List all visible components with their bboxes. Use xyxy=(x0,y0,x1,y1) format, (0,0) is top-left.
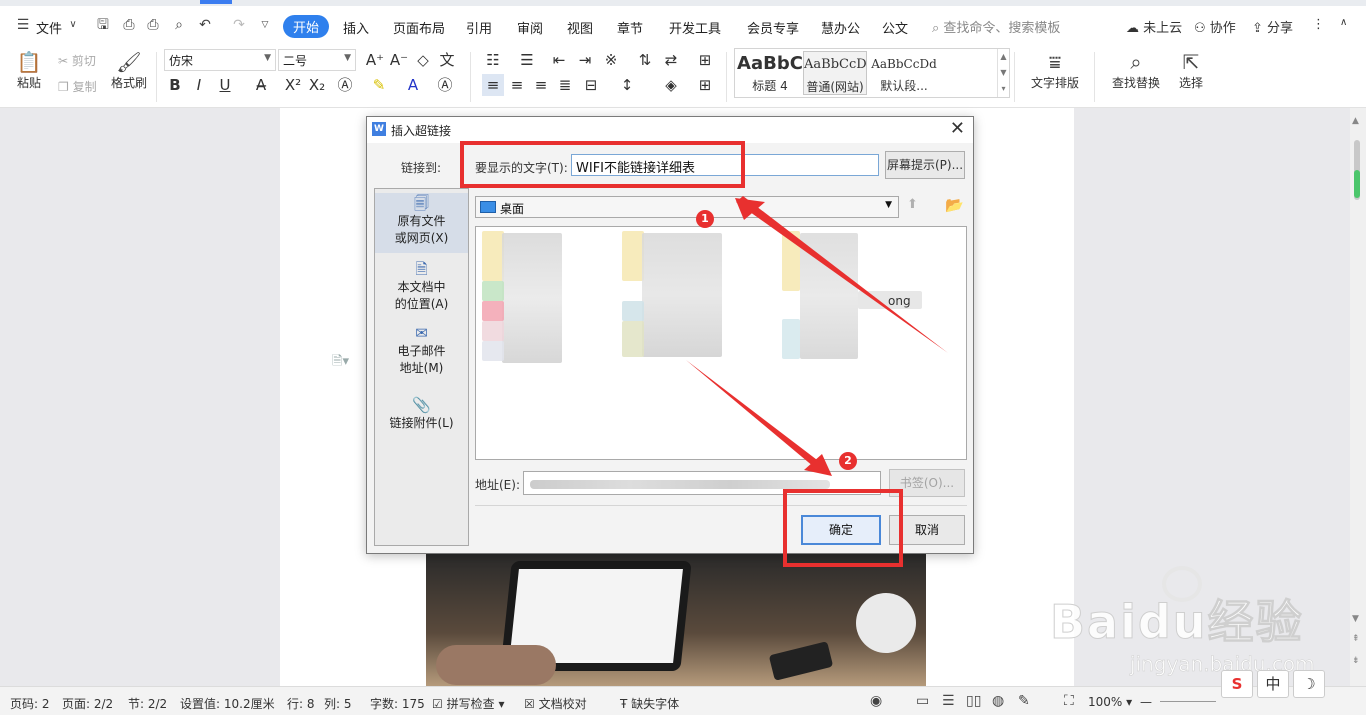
chevron-down-icon: ▾ xyxy=(1126,695,1133,709)
arrow-to-display-text xyxy=(736,196,948,353)
arrow-to-ok-button xyxy=(686,360,825,472)
ime-language-toggle[interactable]: 中 xyxy=(1257,670,1289,698)
doc-proofread-label: 文档校对 xyxy=(538,697,587,711)
status-pages[interactable]: 页面: 2/2 xyxy=(62,695,113,712)
spellcheck-label: 拼写检查 xyxy=(446,697,495,711)
proofread-icon: ☒ xyxy=(524,697,535,711)
step-badge-1: 1 xyxy=(696,210,714,228)
zoom-out-icon[interactable]: — xyxy=(1140,695,1152,709)
zoom-value: 100% xyxy=(1088,695,1123,709)
step-badge-2: 2 xyxy=(839,452,857,470)
ime-halfwidth-toggle[interactable]: ☽ xyxy=(1293,670,1325,698)
zoom-slider[interactable] xyxy=(1160,701,1216,702)
fit-page-icon[interactable]: ⛶ xyxy=(1064,693,1074,709)
watermark-brand-cn: 经验 xyxy=(1207,595,1304,650)
zoom-select[interactable]: 100% ▾ xyxy=(1088,695,1132,709)
status-bar: 页码: 2 页面: 2/2 节: 2/2 设置值: 10.2厘米 行: 8 列:… xyxy=(0,686,1366,715)
page-view-icon[interactable]: ▭ xyxy=(916,693,929,709)
status-word-count[interactable]: 字数: 175 xyxy=(370,695,425,712)
watermark-brand: Bai xyxy=(1050,595,1138,650)
baidu-jingyan-watermark: Baidu经验 xyxy=(1050,586,1304,652)
reading-view-icon[interactable]: ▯▯ xyxy=(966,693,981,709)
status-row[interactable]: 行: 8 xyxy=(287,695,315,712)
watermark-brand: du xyxy=(1137,595,1208,650)
status-section[interactable]: 节: 2/2 xyxy=(128,695,167,712)
spellcheck-button[interactable]: ☑ 拼写检查 ▾ xyxy=(432,695,504,712)
sogou-ime-icon[interactable]: S xyxy=(1221,670,1253,698)
writing-mode-icon[interactable]: ✎ xyxy=(1018,693,1030,709)
doc-proofread-button[interactable]: ☒ 文档校对 xyxy=(524,695,587,712)
outline-view-icon[interactable]: ☰ xyxy=(942,693,955,709)
chevron-down-icon: ▾ xyxy=(498,697,505,711)
missing-font-button[interactable]: Ŧ 缺失字体 xyxy=(620,695,679,712)
status-page-number[interactable]: 页码: 2 xyxy=(10,695,50,712)
checkbox-icon: ☑ xyxy=(432,697,443,711)
eye-protection-icon[interactable]: ◉ xyxy=(870,693,882,709)
font-icon: Ŧ xyxy=(620,697,628,711)
status-setting-value[interactable]: 设置值: 10.2厘米 xyxy=(180,695,275,712)
status-col[interactable]: 列: 5 xyxy=(324,695,352,712)
web-view-icon[interactable]: ◍ xyxy=(992,693,1004,709)
missing-font-label: 缺失字体 xyxy=(631,697,680,711)
